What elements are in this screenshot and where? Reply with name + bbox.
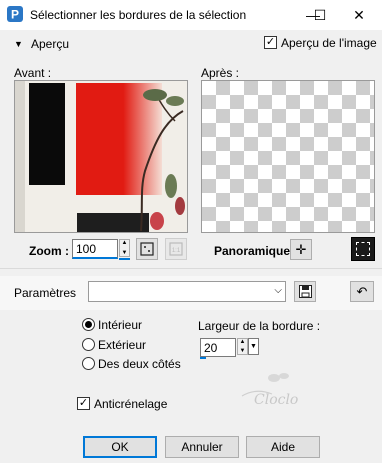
- svg-text:1:1: 1:1: [172, 248, 181, 254]
- radio-outside-label: Extérieur: [98, 338, 147, 352]
- watermark: Cloclo: [232, 368, 312, 416]
- ok-button[interactable]: OK: [83, 436, 157, 458]
- save-preset-button[interactable]: [294, 281, 316, 302]
- dropdown-arrow-icon: ▼: [250, 343, 257, 350]
- crosshair-icon: ✛: [295, 241, 307, 257]
- up-arrow-icon: ▲: [121, 240, 128, 246]
- border-width-value: 20: [204, 341, 218, 355]
- cancel-button[interactable]: Annuler: [165, 436, 239, 458]
- image-preview-label: Aperçu de l'image: [281, 36, 377, 50]
- radio-inside-label: Intérieur: [98, 318, 143, 332]
- section-divider: [0, 268, 382, 269]
- preview-section-label: Aperçu: [31, 37, 70, 51]
- antialias-checkbox[interactable]: ✓: [77, 397, 90, 410]
- border-width-input[interactable]: 20: [200, 338, 236, 357]
- border-width-dropdown[interactable]: ▼: [248, 338, 259, 355]
- radio-inside[interactable]: [82, 318, 95, 331]
- image-preview-checkbox[interactable]: ✓: [264, 36, 277, 49]
- border-width-stepper[interactable]: ▲ ▼: [237, 338, 248, 355]
- zoom-input[interactable]: 100: [72, 239, 118, 259]
- selection-marquee-icon: [356, 242, 370, 256]
- zoom-label: Zoom :: [29, 244, 69, 258]
- app-logo-icon: P: [7, 6, 23, 22]
- up-arrow-icon: ▲: [239, 339, 246, 345]
- params-label: Paramètres: [14, 286, 77, 300]
- pan-label: Panoramique :: [214, 244, 298, 258]
- close-button[interactable]: ✕: [336, 0, 382, 30]
- help-button[interactable]: Aide: [246, 436, 320, 458]
- actual-size-icon: 1:1: [169, 242, 183, 256]
- checkmark-icon: ✓: [265, 36, 276, 48]
- select-all-preview-button[interactable]: [351, 237, 375, 261]
- zoom-actual-size-button[interactable]: 1:1: [165, 238, 187, 260]
- after-label: Après :: [201, 66, 240, 80]
- maximize-button[interactable]: ☐: [300, 0, 340, 30]
- zoom-fit-button[interactable]: [136, 238, 158, 260]
- watermark-text: Cloclo: [254, 392, 299, 408]
- floppy-disk-icon: [298, 285, 312, 298]
- zoom-value: 100: [76, 242, 97, 256]
- before-preview[interactable]: [14, 80, 188, 233]
- border-width-label: Largeur de la bordure :: [198, 319, 321, 333]
- close-icon: ✕: [353, 6, 365, 23]
- checkmark-icon: ✓: [78, 397, 89, 409]
- before-label: Avant :: [14, 66, 52, 80]
- window-title: Sélectionner les bordures de la sélectio…: [30, 8, 247, 22]
- radio-both-sides-label: Des deux côtés: [98, 357, 181, 371]
- zoom-stepper[interactable]: ▲ ▼: [119, 239, 130, 257]
- fit-window-icon: [140, 242, 154, 256]
- undo-arrow-icon: ↶: [356, 283, 368, 299]
- maximize-icon: ☐: [313, 6, 327, 23]
- after-preview[interactable]: [201, 80, 375, 233]
- antialias-label: Anticrénelage: [94, 397, 168, 411]
- down-arrow-icon: ▼: [239, 348, 246, 354]
- reset-button[interactable]: ↶: [350, 281, 374, 302]
- before-preview-image: [15, 81, 187, 232]
- params-dropdown[interactable]: ⌵: [88, 281, 286, 302]
- pan-button[interactable]: ✛: [290, 239, 312, 260]
- svg-text:P: P: [11, 8, 19, 22]
- chevron-down-icon: ⌵: [274, 285, 282, 296]
- down-arrow-icon: ▼: [121, 250, 128, 256]
- border-width-slider-indicator: [200, 357, 206, 359]
- radio-outside[interactable]: [82, 338, 95, 351]
- collapse-triangle-icon[interactable]: ▼: [14, 39, 23, 49]
- radio-both-sides[interactable]: [82, 357, 95, 370]
- zoom-slider-indicator: [119, 258, 130, 260]
